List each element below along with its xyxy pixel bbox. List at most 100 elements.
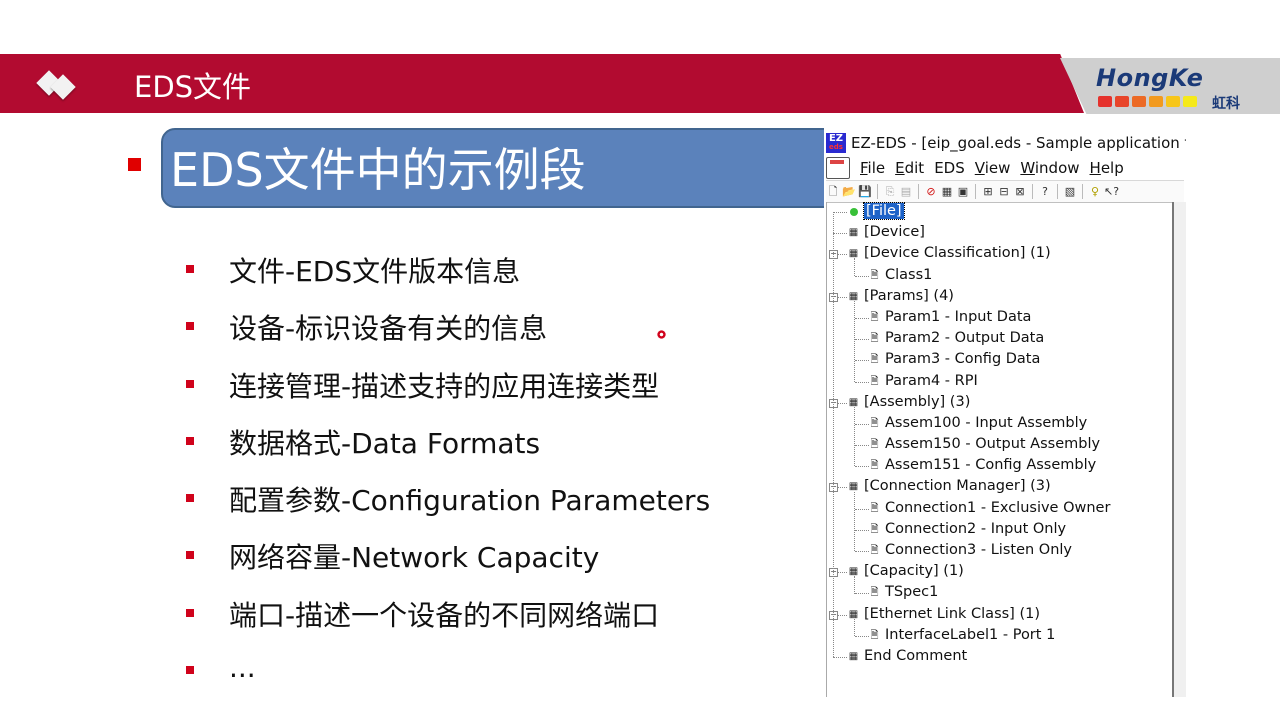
document-menu-icon[interactable] xyxy=(826,157,850,179)
context-help-icon[interactable]: ↖? xyxy=(1104,185,1119,199)
menu-edit[interactable]: Edit xyxy=(895,159,924,177)
bullet-square-icon xyxy=(186,666,194,675)
item-icon: 🗎 xyxy=(870,460,879,472)
tree-node-label: End Comment xyxy=(864,647,968,664)
tree-connector xyxy=(855,593,869,595)
tree-node-label: [File] xyxy=(863,202,905,220)
copy-icon[interactable]: ⎘ xyxy=(883,185,897,199)
heading-bullet-icon xyxy=(128,158,141,171)
bullet-text: 文件-EDS文件版本信息 xyxy=(229,255,521,288)
app-icon-bottom: eds xyxy=(829,143,843,151)
bullet-text: 端口-描述一个设备的不同网络端口 xyxy=(229,598,660,632)
about-icon[interactable]: ♀ xyxy=(1088,185,1102,199)
tree-node-label: Assem150 - Output Assembly xyxy=(885,436,1101,453)
tree-node-label: Connection3 - Listen Only xyxy=(885,542,1072,558)
paste-item-icon[interactable]: ▣ xyxy=(956,185,970,199)
tree-connector xyxy=(855,275,869,277)
logo-bar xyxy=(1115,96,1129,107)
app-icon-top: EZ xyxy=(828,133,844,144)
green-dot-icon xyxy=(850,208,858,216)
item-icon: 🗎 xyxy=(870,311,879,323)
toolbar-separator xyxy=(1057,184,1058,199)
tree-connector xyxy=(833,233,847,235)
tree-connector xyxy=(855,445,869,447)
logo-bar xyxy=(1166,96,1180,107)
tree-node-label: [Assembly] (3) xyxy=(864,393,971,410)
window-title: EZ-EDS - [eip_goal.eds - Sample applicat… xyxy=(851,134,1186,152)
tree-node-label: TSpec1 xyxy=(885,584,939,601)
tree-node-label: Param1 - Input Data xyxy=(885,308,1032,325)
item-icon: 🗎 xyxy=(870,502,879,514)
tree-connector xyxy=(855,339,869,341)
tree-connector xyxy=(855,529,869,531)
tree-branch-line xyxy=(854,406,855,467)
tree-connector xyxy=(855,635,869,637)
ez-eds-window: EZ eds EZ-EDS - [eip_goal.eds - Sample a… xyxy=(824,127,1186,697)
item-icon: 🗎 xyxy=(870,629,879,641)
add-class-icon[interactable]: ⊞ xyxy=(981,185,995,199)
menu-eds[interactable]: EDS xyxy=(934,159,965,177)
tree-connector xyxy=(833,656,847,658)
eds-tree-view[interactable]: [File] ▦ [Device] − ▦ [Device Classification]… xyxy=(826,202,1172,697)
tree-connector xyxy=(855,423,869,425)
help-topic-icon[interactable]: ? xyxy=(1038,185,1052,199)
paste-icon[interactable]: ▤ xyxy=(899,185,913,199)
vertical-scrollbar[interactable] xyxy=(1172,202,1186,697)
tree-connector xyxy=(855,466,869,468)
menu-view[interactable]: View xyxy=(975,159,1011,177)
delete-icon[interactable]: ⊘ xyxy=(924,185,938,199)
tree-node-label: [Connection Manager] (3) xyxy=(864,478,1051,495)
tree-root-line xyxy=(833,212,834,658)
tree-connector xyxy=(855,381,869,383)
tree-node-label: Class1 xyxy=(885,266,933,283)
save-icon[interactable]: 💾 xyxy=(858,185,872,199)
bullet-text: 网络容量-Network Capacity xyxy=(229,541,600,575)
menu-help[interactable]: Help xyxy=(1090,159,1124,177)
tree-node-label: Connection1 - Exclusive Owner xyxy=(885,499,1111,516)
menu-file[interactable]: File xyxy=(860,159,885,177)
logo-bar xyxy=(1183,96,1197,107)
bullet-text: 设备-标识设备有关的信息 xyxy=(229,312,548,346)
tree-node-label: Param3 - Config Data xyxy=(885,351,1041,368)
toolbar-separator xyxy=(975,184,976,199)
tree-node-label: [Capacity] (1) xyxy=(864,563,964,580)
tree-branch-line xyxy=(854,258,855,276)
tree-node-label: [Ethernet Link Class] (1) xyxy=(864,605,1040,622)
bullet-text: 配置参数-Configuration Parameters xyxy=(229,484,711,518)
tree-node-label: [Params] (4) xyxy=(864,287,954,304)
ez-eds-app-icon: EZ eds xyxy=(826,133,846,153)
item-icon: 🗎 xyxy=(870,269,879,281)
section-icon: ▦ xyxy=(848,227,859,239)
add-vendor-icon[interactable]: ⊠ xyxy=(1013,185,1027,199)
add-item-icon[interactable]: ⊟ xyxy=(997,185,1011,199)
tree-connector xyxy=(855,551,869,552)
tree-node-label: Assem151 - Config Assembly xyxy=(885,457,1097,474)
item-icon: 🗎 xyxy=(870,587,879,599)
bullet-square-icon xyxy=(186,322,194,331)
tree-node-label: InterfaceLabel1 - Port 1 xyxy=(885,626,1056,643)
diamond-logo-icon xyxy=(36,70,80,100)
copy-item-icon[interactable]: ▦ xyxy=(940,185,954,199)
view-icon[interactable]: ▧ xyxy=(1063,185,1077,199)
tree-node-label: Assem100 - Input Assembly xyxy=(885,414,1088,431)
tree-node-label: [Device] xyxy=(864,224,925,241)
bullet-square-icon xyxy=(186,494,194,503)
tree-connector xyxy=(833,212,847,213)
toolbar-separator xyxy=(877,184,878,199)
new-file-icon[interactable]: 🗋 xyxy=(826,185,840,199)
logo-bar xyxy=(1098,96,1112,107)
bullet-text: 连接管理-描述支持的应用连接类型 xyxy=(229,369,660,403)
bullet-square-icon xyxy=(186,436,194,445)
menu-window[interactable]: Window xyxy=(1020,159,1079,177)
toolbar-separator xyxy=(1032,184,1033,199)
item-icon: 🗎 xyxy=(870,354,879,366)
bullet-square-icon xyxy=(186,608,194,617)
section-icon: ▦ xyxy=(848,650,859,662)
tree-node-label: Connection2 - Input Only xyxy=(885,520,1067,537)
open-folder-icon[interactable]: 📂 xyxy=(842,185,856,199)
tree-branch-line xyxy=(854,576,855,594)
item-icon: 🗎 xyxy=(870,545,879,556)
item-icon: 🗎 xyxy=(870,333,879,345)
logo-bar xyxy=(1149,96,1163,107)
item-icon: 🗎 xyxy=(870,375,879,387)
